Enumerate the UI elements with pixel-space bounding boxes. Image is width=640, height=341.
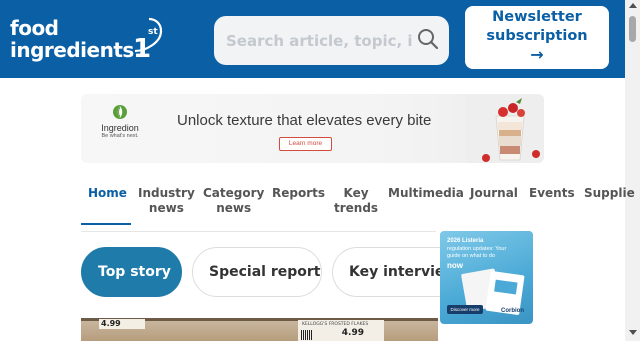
nav-item-multimedia[interactable]: Multimedia: [388, 186, 464, 201]
scrollbar-thumb[interactable]: [629, 16, 636, 42]
logo-superscript: 1: [133, 34, 151, 61]
nav-item-label: Supplie: [584, 186, 635, 200]
nav-item-label: Events: [529, 186, 575, 200]
nav-item-suppliers[interactable]: Supplie: [584, 186, 635, 201]
ad-brand-tagline: Be what's next.: [101, 133, 139, 139]
nav-item-label-2: trends: [334, 201, 379, 215]
scroll-down-arrow-icon[interactable]: [629, 330, 637, 335]
nav-item-label: Journal: [470, 186, 518, 200]
nav-active-indicator: [81, 223, 131, 225]
nav-item-key-trends[interactable]: Key trends: [334, 186, 378, 216]
ad-headline: Unlock texture that elevates every bite: [177, 112, 432, 129]
nav-item-events[interactable]: Events: [529, 186, 575, 201]
side-ad-subtitle: regulation updates: Your guide on what t…: [447, 246, 507, 259]
logo-line-2: ingredients: [10, 38, 134, 62]
site-logo[interactable]: food ingredients: [10, 17, 134, 61]
logo-first-mark-icon: 1 st: [133, 17, 163, 61]
nav-item-category-news[interactable]: Category news: [203, 186, 264, 216]
price-tag-left: 4.99: [99, 319, 145, 329]
nav-item-label: Category: [203, 186, 265, 200]
price-tag-right: KELLOGG'S FROSTED FLAKES 4.99: [298, 320, 384, 341]
nav-item-journal[interactable]: Journal: [470, 186, 518, 201]
search-box: [214, 16, 449, 65]
arrow-right-icon: →: [530, 45, 544, 64]
logo-ordinal: st: [148, 27, 158, 37]
side-ad-brand: Corbion: [501, 308, 524, 314]
ad-banner[interactable]: Ingredion Be what's next. Unlock texture…: [81, 94, 544, 163]
search-icon[interactable]: [417, 28, 439, 50]
side-ad-discover-button[interactable]: Discover more: [447, 305, 483, 314]
vertical-scrollbar[interactable]: [625, 0, 640, 341]
side-ad-title: 2026 Listeria: [447, 238, 484, 244]
top-story-tab[interactable]: Top story: [81, 247, 182, 297]
nav-item-label: Reports: [272, 186, 326, 200]
price-tag-price: 4.99: [341, 328, 364, 338]
page: food ingredients 1 st Newsletter subscri…: [0, 0, 640, 341]
ad-brand-logo: Ingredion Be what's next.: [95, 104, 145, 139]
newsletter-label-2: subscription: [486, 28, 588, 44]
nav-item-home[interactable]: Home: [88, 186, 127, 201]
nav-item-label: Home: [88, 186, 127, 200]
side-ad-emphasis: now: [447, 261, 463, 270]
newsletter-subscription-button[interactable]: Newsletter subscription →: [465, 6, 609, 69]
search-input[interactable]: [226, 30, 412, 52]
dessert-image: [466, 94, 544, 163]
nav-divider: [81, 231, 436, 232]
scroll-up-arrow-icon[interactable]: [629, 3, 637, 8]
ingredion-leaf-icon: [113, 105, 127, 119]
price-tag-product: KELLOGG'S FROSTED FLAKES: [302, 322, 369, 327]
top-story-image[interactable]: 4.99 KELLOGG'S FROSTED FLAKES 4.99: [81, 318, 438, 341]
logo-line-1: food: [10, 16, 59, 40]
ad-learn-more-button[interactable]: Learn more: [279, 137, 332, 151]
ad-brand-name: Ingredion: [101, 123, 139, 133]
newsletter-label-1: Newsletter: [492, 9, 582, 25]
special-report-tab[interactable]: Special report: [192, 247, 322, 297]
nav-item-industry-news[interactable]: Industry news: [138, 186, 195, 216]
nav-item-label-2: news: [148, 201, 184, 215]
side-ad[interactable]: 2026 Listeria regulation updates: Your g…: [440, 231, 533, 324]
key-interviews-tab[interactable]: Key interview: [332, 247, 457, 297]
nav-item-label: Industry: [138, 186, 195, 200]
nav-item-label-2: news: [216, 201, 252, 215]
main-navigation: Home Industry news Category news Reports…: [81, 178, 635, 226]
nav-item-label: Multimedia: [388, 186, 464, 200]
barcode-icon: [301, 330, 313, 340]
nav-item-label: Key: [343, 186, 369, 200]
nav-item-reports[interactable]: Reports: [272, 186, 325, 201]
site-header: food ingredients 1 st Newsletter subscri…: [0, 0, 625, 78]
